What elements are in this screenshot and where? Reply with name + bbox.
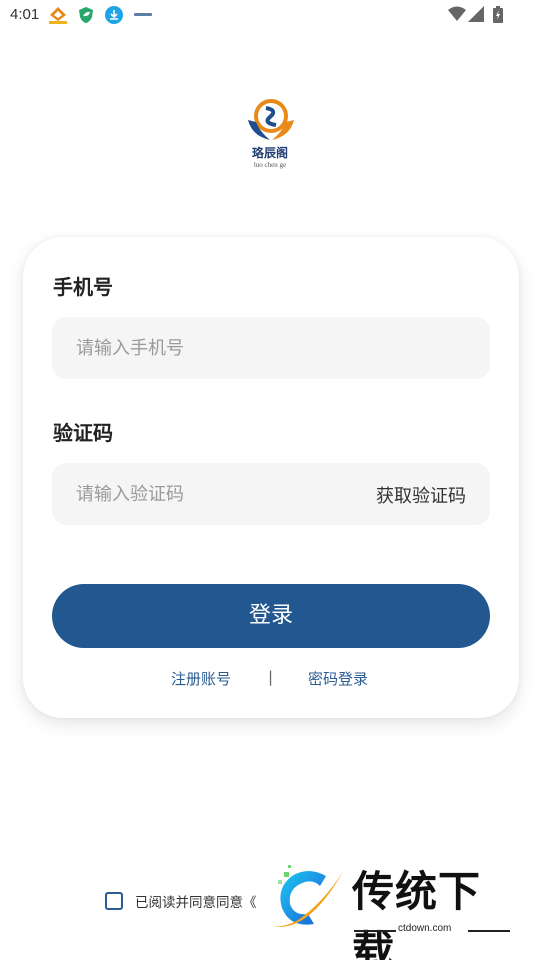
battery-charging-icon [493, 6, 503, 23]
status-time: 4:01 [10, 6, 40, 23]
phone-label: 手机号 [53, 275, 113, 299]
logo-name-en: luo chen ge [253, 161, 287, 169]
password-login-link[interactable]: 密码登录 [308, 668, 368, 689]
code-input-box[interactable]: 获取验证码 [52, 463, 490, 525]
logo-name-cn: 珞辰阁 [251, 146, 288, 160]
watermark-line-right [468, 930, 510, 932]
agreement-checkbox[interactable] [105, 892, 123, 910]
watermark-url: ctdown.com [398, 923, 452, 934]
get-code-button[interactable]: 获取验证码 [376, 482, 466, 508]
watermark-title: 传统下载 [352, 867, 482, 960]
code-input[interactable] [76, 463, 356, 525]
watermark: 传统下载 ctdown.com [268, 862, 518, 960]
wifi-icon [448, 6, 466, 21]
status-bar: 4:01 [0, 0, 540, 32]
app-logo: 珞辰阁 luo chen ge [240, 98, 300, 174]
signal-icon [468, 6, 484, 22]
register-link[interactable]: 注册账号 [171, 668, 231, 689]
app-badge-icon [49, 7, 67, 24]
logo-emblem-icon [248, 99, 294, 140]
download-icon [105, 6, 123, 24]
phone-input[interactable] [76, 317, 356, 379]
code-label: 验证码 [53, 421, 113, 445]
agreement-text: 已阅读并同意同意《 [135, 895, 257, 911]
watermark-logo-icon [272, 865, 344, 927]
login-button[interactable]: 登录 [52, 584, 490, 648]
shield-leaf-icon [79, 7, 93, 23]
phone-input-box[interactable] [52, 317, 490, 379]
link-divider: | [268, 668, 274, 686]
small-logo-icon [134, 13, 152, 16]
watermark-line-left [354, 930, 396, 932]
login-card: 手机号 验证码 获取验证码 登录 注册账号 | 密码登录 [23, 237, 519, 718]
